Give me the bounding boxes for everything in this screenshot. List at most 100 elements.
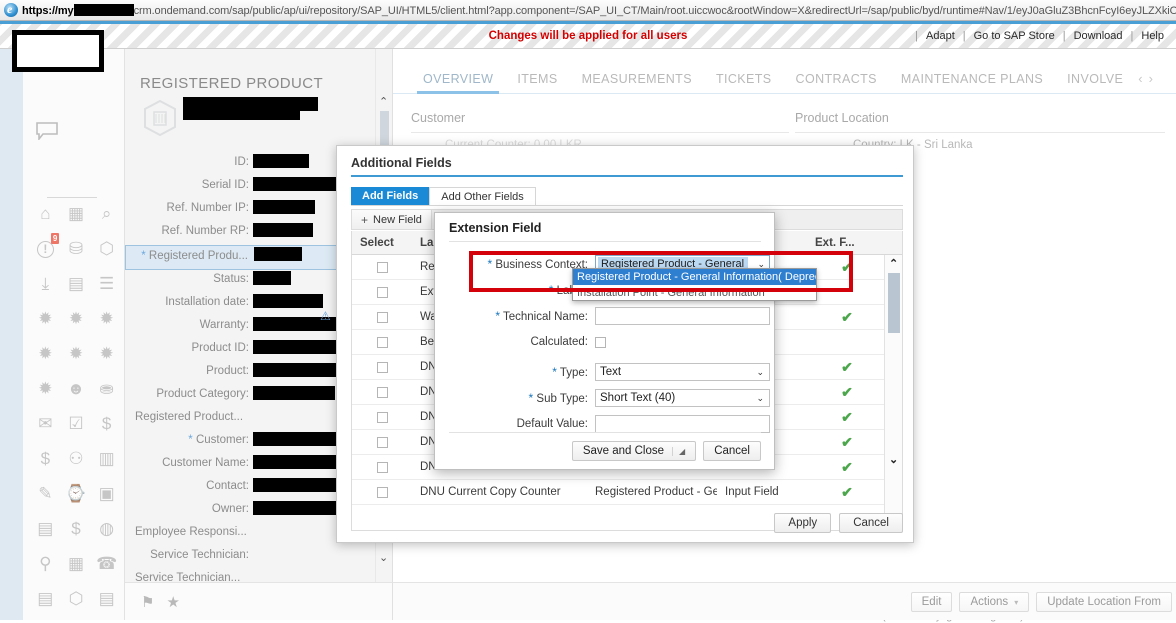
row-checkbox[interactable] <box>376 286 388 298</box>
row-select-cell[interactable] <box>352 386 412 398</box>
alert-exclamation-icon[interactable]: ! 9 <box>32 233 60 262</box>
download-link[interactable]: Download <box>1066 30 1131 42</box>
gear-icon[interactable]: ✹ <box>32 376 58 402</box>
row-checkbox[interactable] <box>376 436 388 448</box>
chevron-left-icon[interactable]: ‹ <box>1135 71 1145 93</box>
employee-share-icon[interactable]: ⚇ <box>63 446 89 472</box>
mail-icon[interactable]: ✉ <box>32 411 58 437</box>
report-pages-icon[interactable]: ▤ <box>94 586 120 612</box>
warning-triangle-icon[interactable]: ⚠ <box>320 309 331 323</box>
business-context-dropdown-list[interactable]: Registered Product - General Information… <box>572 268 817 301</box>
row-select-cell[interactable] <box>352 286 412 298</box>
row-checkbox[interactable] <box>376 311 388 323</box>
phone-keypad-icon[interactable]: ☎ <box>94 551 120 577</box>
actions-button[interactable]: Actions ▾ <box>959 591 1030 612</box>
tab-maintenance-plans[interactable]: MAINTENANCE PLANS <box>889 72 1055 93</box>
dropdown-option-selected[interactable]: Registered Product - General Information… <box>573 269 816 285</box>
user-circle-icon[interactable]: ☻ <box>63 376 89 402</box>
chevron-up-icon[interactable]: ⌃ <box>889 257 898 270</box>
row-checkbox[interactable] <box>376 461 388 473</box>
gear-icon[interactable]: ✹ <box>32 341 58 367</box>
row-select-cell[interactable] <box>352 436 412 448</box>
calendar-14-icon[interactable]: ▦ <box>63 201 89 227</box>
edit-button[interactable]: Edit <box>910 591 953 612</box>
row-checkbox[interactable] <box>376 336 388 348</box>
tab-add-other-fields[interactable]: Add Other Fields <box>429 187 536 205</box>
row-select-cell[interactable] <box>352 461 412 473</box>
document-search-icon[interactable]: ▤ <box>63 271 89 297</box>
tab-overview[interactable]: OVERVIEW <box>411 72 505 94</box>
search-icon[interactable]: ⌕ <box>94 201 120 227</box>
chevron-down-icon[interactable]: ⌄ <box>889 453 898 466</box>
help-link[interactable]: Help <box>1133 30 1172 42</box>
tab-involve[interactable]: INVOLVE <box>1055 72 1135 93</box>
row-checkbox[interactable] <box>376 261 388 273</box>
edit-document-icon[interactable]: ✎ <box>32 481 58 507</box>
chevron-down-icon[interactable]: ⌄ <box>756 393 764 404</box>
row-select-cell[interactable] <box>352 361 412 373</box>
chevron-right-icon[interactable]: › <box>1146 71 1156 93</box>
save-and-close-button[interactable]: Save and Close ◢ <box>571 441 697 461</box>
home-icon[interactable]: ⌂ <box>32 201 58 227</box>
technical-name-input[interactable] <box>595 307 770 325</box>
tab-tickets[interactable]: TICKETS <box>704 72 784 93</box>
time-contact-icon[interactable]: ⌚ <box>63 481 89 507</box>
notebook-icon[interactable]: ▤ <box>32 516 58 542</box>
row-checkbox[interactable] <box>376 411 388 423</box>
row-select-cell[interactable] <box>352 336 412 348</box>
browser-url-bar[interactable]: https://my crm.ondemand.com/sap/public/ap… <box>0 0 1176 21</box>
quote-doc-icon[interactable]: ▣ <box>94 481 120 507</box>
detail-field-row[interactable]: Service Technician... <box>125 569 392 582</box>
product-box-icon[interactable]: ⬡ <box>94 236 120 262</box>
tab-items[interactable]: ITEMS <box>505 72 569 93</box>
type-select[interactable]: Text ⌄ <box>595 363 770 381</box>
gear-icon[interactable]: ✹ <box>32 306 58 332</box>
adapt-link[interactable]: Adapt <box>918 30 963 42</box>
globe-activity-icon[interactable]: ◍ <box>94 516 120 542</box>
row-select-cell[interactable] <box>352 486 412 498</box>
tab-contracts[interactable]: CONTRACTS <box>784 72 889 93</box>
currency-circle-icon[interactable]: $ <box>32 446 58 472</box>
cancel-button[interactable]: Cancel <box>839 513 903 533</box>
row-select-cell[interactable] <box>352 261 412 273</box>
apply-button[interactable]: Apply <box>774 513 832 533</box>
row-checkbox[interactable] <box>376 361 388 373</box>
go-to-sap-store-link[interactable]: Go to SAP Store <box>966 30 1063 42</box>
flag-icon[interactable]: ⚑ <box>141 593 154 611</box>
chat-bubble-icon[interactable] <box>36 122 58 140</box>
download-circle-icon[interactable]: ⤓ <box>32 271 58 297</box>
list-detail-icon[interactable]: ☰ <box>94 271 120 297</box>
row-select-cell[interactable] <box>352 311 412 323</box>
extension-cancel-button[interactable]: Cancel <box>703 441 761 461</box>
box-outline-icon[interactable]: ⬡ <box>63 586 89 612</box>
gear-icon[interactable]: ✹ <box>63 341 89 367</box>
detail-field-row[interactable]: Service Technician: <box>125 546 392 569</box>
update-location-from-button[interactable]: Update Location From <box>1036 591 1172 612</box>
table-scrollbar[interactable]: ⌃ ⌄ <box>884 255 902 530</box>
dropdown-option[interactable]: Installation Point - General Information <box>573 285 816 300</box>
invoice-money-icon[interactable]: $ <box>63 516 89 542</box>
gear-icon[interactable]: ✹ <box>94 341 120 367</box>
new-field-button[interactable]: + New Field <box>352 210 432 229</box>
table-clock-icon[interactable]: ▥ <box>94 446 120 472</box>
gear-icon[interactable]: ✹ <box>94 306 120 332</box>
gear-icon[interactable]: ✹ <box>63 306 89 332</box>
split-caret-icon[interactable]: ◢ <box>672 447 685 456</box>
sub-type-select[interactable]: Short Text (40) ⌄ <box>595 389 770 407</box>
tab-measurements[interactable]: MEASUREMENTS <box>570 72 704 93</box>
team-list-icon[interactable]: ⛂ <box>94 376 120 402</box>
row-checkbox[interactable] <box>376 486 388 498</box>
chevron-up-icon[interactable]: ⌃ <box>379 95 388 108</box>
default-value-input[interactable] <box>595 415 770 433</box>
table-row[interactable]: DNU Current Copy Counter Registered Produ… <box>352 480 902 505</box>
clipboard-check-icon[interactable]: ▤ <box>32 586 58 612</box>
calculated-checkbox[interactable] <box>595 336 606 348</box>
map-pin-icon[interactable]: ⚲ <box>32 551 58 577</box>
tab-add-fields[interactable]: Add Fields <box>351 187 430 205</box>
star-icon[interactable]: ★ <box>166 593 179 611</box>
row-select-cell[interactable] <box>352 411 412 423</box>
scroll-thumb[interactable] <box>888 273 900 333</box>
checklist-icon[interactable]: ☑ <box>63 411 89 437</box>
chevron-down-icon[interactable]: ⌄ <box>379 551 388 564</box>
payment-arrow-icon[interactable]: $ <box>94 411 120 437</box>
